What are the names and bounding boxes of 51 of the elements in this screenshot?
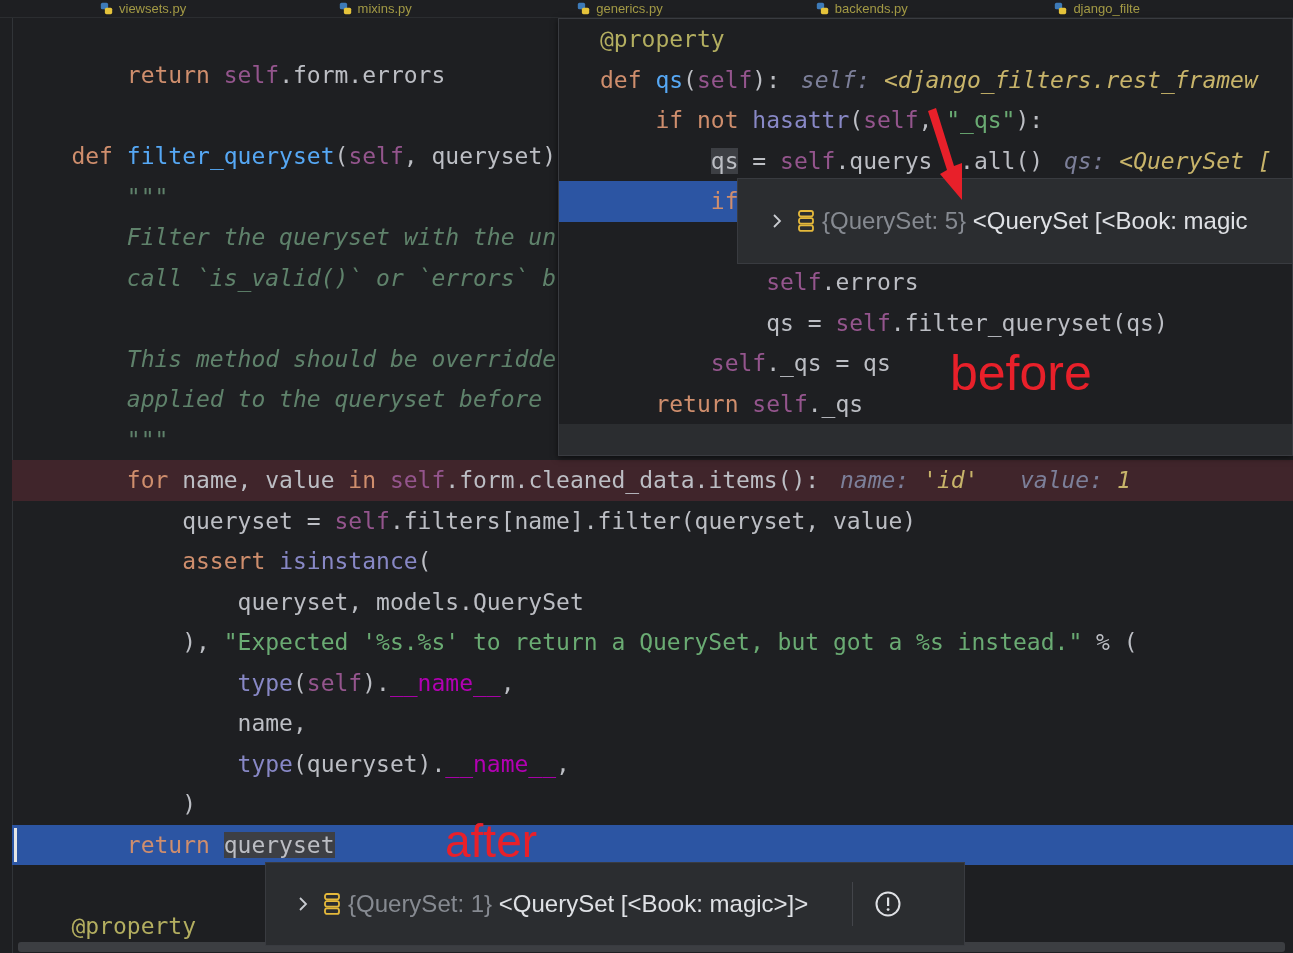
- code-line: """: [125, 425, 169, 455]
- editor-tab[interactable]: generics.py: [577, 1, 816, 16]
- inline-value-hint: qs: <QuerySet [: [1063, 146, 1272, 176]
- annotation-label: before: [950, 348, 1092, 398]
- code-line: queryset, models.QuerySet: [236, 587, 584, 617]
- editor-tab[interactable]: viewsets.py: [100, 1, 339, 16]
- code-line: assert isinstance(: [181, 547, 432, 576]
- code-line: def filter_queryset(self, queryset): [70, 142, 557, 172]
- expand-chevron-icon[interactable]: [772, 213, 782, 229]
- inline-value-hint: value: 1: [1020, 466, 1131, 495]
- code-line: return self._qs: [654, 389, 864, 420]
- python-file-icon: [577, 2, 591, 15]
- inline-value-hint: name: 'id': [839, 466, 979, 495]
- code-line: type(self).__name__,: [236, 668, 515, 699]
- code-line: for name, value in self.form.cleaned_data.items():: [125, 466, 820, 496]
- code-line: qs = self.querys .all(): [709, 146, 1044, 176]
- editor-tab[interactable]: backends.py: [815, 1, 1055, 16]
- code-line: call `is_valid()` or `errors` b: [125, 263, 557, 294]
- code-line: ), "Expected '%s.%s' to return a QuerySet, but got a %s instead." % (: [181, 628, 1138, 657]
- stack-icon: [798, 210, 814, 232]
- editor-tab[interactable]: django_filte: [1054, 1, 1293, 16]
- debug-value-text: {QuerySet: 1} <QuerySet [<Book: magic>]>: [348, 890, 809, 918]
- python-file-icon: [338, 2, 352, 15]
- stack-icon: [324, 893, 340, 915]
- annotation-label: after: [445, 818, 538, 864]
- code-line: self._qs = qs: [709, 349, 891, 379]
- code-line: type(queryset).__name__,: [236, 749, 570, 780]
- code-line: if: [709, 187, 739, 216]
- code-line: ): [181, 790, 197, 819]
- code-line: def qs(self):: [600, 65, 781, 95]
- python-file-icon: [815, 2, 829, 15]
- info-icon[interactable]: [875, 891, 902, 917]
- inline-value-hint: self: <django_filters.rest_framew: [800, 65, 1258, 96]
- code-line: name,: [236, 709, 307, 738]
- code-line: Filter the queryset with the un: [125, 223, 557, 252]
- python-file-icon: [100, 2, 113, 15]
- code-line: @property: [600, 25, 725, 54]
- editor-tab[interactable]: mixins.py: [338, 1, 578, 16]
- code-line: return queryset: [125, 830, 335, 860]
- code-line: self.errors: [765, 268, 919, 297]
- debug-value-text: {QuerySet: 5} <QuerySet [<Book: magic: [822, 207, 1248, 235]
- code-line: """: [125, 182, 169, 212]
- code-line: qs = self.filter_queryset(qs): [765, 308, 1168, 339]
- code-line: queryset = self.filters[name].filter(queryset, value): [181, 506, 917, 536]
- code-line: return self.form.errors: [125, 61, 446, 90]
- code-line: applied to the queryset before: [125, 385, 543, 414]
- code-line: This method should be overridde: [125, 344, 557, 374]
- python-file-icon: [1054, 2, 1068, 15]
- code-line: if not hasattr(self, "_qs"):: [654, 106, 1044, 136]
- code-line: @property: [70, 911, 196, 941]
- expand-chevron-icon[interactable]: [298, 896, 308, 912]
